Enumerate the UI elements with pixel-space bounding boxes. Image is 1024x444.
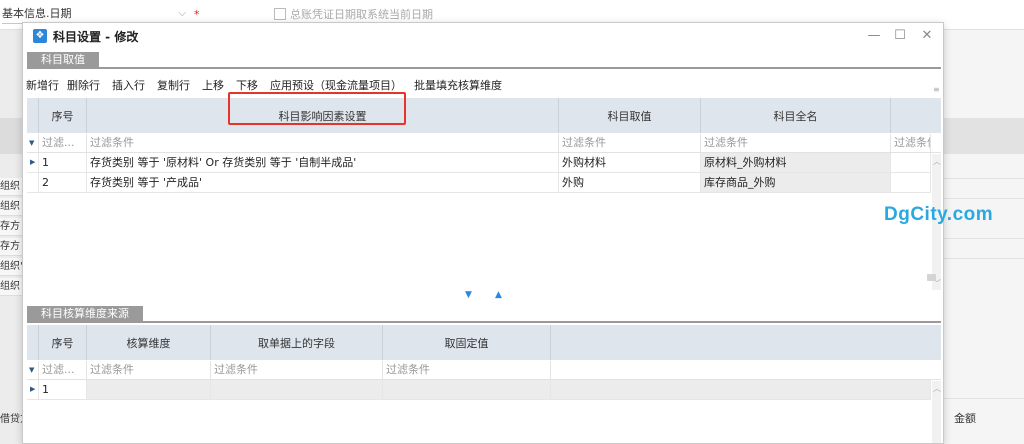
row-value[interactable]: 外购 xyxy=(559,173,701,192)
background-right-line xyxy=(944,258,1024,259)
watermark: DgCity.com xyxy=(884,204,994,225)
filter-factor[interactable]: 过滤条件 xyxy=(87,134,559,152)
background-amount-label: 金额 xyxy=(954,412,976,425)
insert-row-button[interactable]: 插入行 xyxy=(112,78,145,94)
table-row[interactable]: ▶ 1 xyxy=(27,380,931,400)
row-factor[interactable]: 存货类别 等于 '产成品' xyxy=(87,173,559,192)
tab-strip-account-value: 科目取值 xyxy=(27,52,941,69)
background-left-item: 组织" xyxy=(0,258,22,276)
header-field[interactable]: 取单据上的字段 xyxy=(211,325,383,360)
row-dimension[interactable] xyxy=(87,380,211,399)
background-right-panel xyxy=(944,30,1024,444)
header-fullname[interactable]: 科目全名 xyxy=(701,98,891,133)
row-factor[interactable]: 存货类别 等于 '原材料' Or 存货类别 等于 '自制半成品' xyxy=(87,153,559,172)
background-left-item: 存方 xyxy=(0,218,22,236)
filter-fixed[interactable]: 过滤条件 xyxy=(383,361,551,379)
date-field-label: 基本信息.日期 xyxy=(2,7,72,20)
background-left-item: 存方 xyxy=(0,238,22,256)
tab-account-value[interactable]: 科目取值 xyxy=(27,52,99,67)
background-right-line xyxy=(944,178,1024,179)
chevron-down-icon[interactable]: ⌵ xyxy=(178,6,186,22)
header-spacer xyxy=(27,325,39,360)
toolbar-overflow-icon[interactable]: ≡ xyxy=(933,85,940,94)
dimension-source-grid: 序号 核算维度 取单据上的字段 取固定值 ▼ 过滤... 过滤条件 过滤条件 过… xyxy=(27,325,941,443)
grid-header: 序号 核算维度 取单据上的字段 取固定值 xyxy=(27,325,941,360)
row-extra[interactable] xyxy=(891,153,931,172)
copy-row-button[interactable]: 复制行 xyxy=(157,78,190,94)
collapse-up-icon[interactable]: ▲ xyxy=(495,290,502,300)
filter-row: ▼ 过滤... 过滤条件 过滤条件 过滤条件 过滤条件 xyxy=(27,134,941,153)
header-extra xyxy=(551,325,941,360)
row-seq[interactable]: 1 xyxy=(39,380,87,399)
account-value-grid: 序号 科目影响因素设置 科目取值 科目全名 ▼ 过滤... 过滤条件 过滤条件 … xyxy=(27,98,941,290)
scroll-corner xyxy=(927,274,936,281)
collapse-down-icon[interactable]: ▼ xyxy=(465,290,472,300)
app-icon: ❖ xyxy=(33,29,47,43)
tab-strip-dimension-source: 科目核算维度来源 xyxy=(27,306,941,323)
header-value[interactable]: 科目取值 xyxy=(559,98,701,133)
row-extra[interactable] xyxy=(891,173,931,192)
row-seq[interactable]: 2 xyxy=(39,173,87,192)
header-spacer xyxy=(27,98,39,133)
header-extra xyxy=(891,98,941,133)
row-fullname[interactable]: 原材料_外购材料 xyxy=(701,153,891,172)
add-row-button[interactable]: 新增行 xyxy=(26,78,59,94)
dialog-title: 科目设置 - 修改 xyxy=(53,30,139,44)
highlight-box xyxy=(228,92,406,125)
row-value[interactable]: 外购材料 xyxy=(559,153,701,172)
delete-row-button[interactable]: 删除行 xyxy=(67,78,100,94)
filter-row: ▼ 过滤... 过滤条件 过滤条件 过滤条件 xyxy=(27,361,941,380)
background-right-line xyxy=(944,398,1024,399)
move-up-button[interactable]: 上移 xyxy=(202,78,224,94)
dialog-titlebar[interactable]: ❖ 科目设置 - 修改 — ☐ ✕ xyxy=(23,23,943,49)
maximize-icon[interactable]: ☐ xyxy=(891,27,909,45)
background-left-item: 组织 xyxy=(0,278,22,296)
filter-seq[interactable]: 过滤... xyxy=(39,134,87,152)
row-fullname[interactable]: 库存商品_外购 xyxy=(701,173,891,192)
background-right-line xyxy=(944,238,1024,239)
filter-icon[interactable]: ▼ xyxy=(27,361,39,379)
row-field[interactable] xyxy=(211,380,383,399)
batch-fill-button[interactable]: 批量填充核算维度 xyxy=(414,78,502,94)
background-right-bar xyxy=(944,118,1024,154)
row-indicator xyxy=(27,173,39,192)
system-date-checkbox[interactable]: 总账凭证日期取系统当前日期 xyxy=(274,6,433,22)
row-extra[interactable] xyxy=(551,380,931,399)
checkbox-icon[interactable] xyxy=(274,8,286,20)
minimize-icon[interactable]: — xyxy=(865,27,883,45)
table-row[interactable]: 2 存货类别 等于 '产成品' 外购 库存商品_外购 xyxy=(27,173,931,193)
scroll-up-icon[interactable]: ︿ xyxy=(933,156,941,167)
background-right-line xyxy=(944,198,1024,199)
row-fixed[interactable] xyxy=(383,380,551,399)
background-left-item: 组织 xyxy=(0,198,22,216)
checkbox-label: 总账凭证日期取系统当前日期 xyxy=(290,8,433,21)
filter-icon[interactable]: ▼ xyxy=(27,134,39,152)
table-row[interactable]: ▶ 1 存货类别 等于 '原材料' Or 存货类别 等于 '自制半成品' 外购材… xyxy=(27,153,931,173)
filter-dimension[interactable]: 过滤条件 xyxy=(87,361,211,379)
header-seq[interactable]: 序号 xyxy=(39,98,87,133)
grid-header: 序号 科目影响因素设置 科目取值 科目全名 xyxy=(27,98,941,133)
tab-dimension-source[interactable]: 科目核算维度来源 xyxy=(27,306,143,321)
account-settings-dialog: ❖ 科目设置 - 修改 — ☐ ✕ 科目取值 新增行 删除行 插入行 复制行 上… xyxy=(22,22,944,444)
scroll-up-icon[interactable]: ︿ xyxy=(933,383,941,394)
background-left-bottom-label: 借贷方 xyxy=(0,414,22,425)
filter-fullname[interactable]: 过滤条件 xyxy=(701,134,891,152)
filter-value[interactable]: 过滤条件 xyxy=(559,134,701,152)
row-indicator-icon: ▶ xyxy=(27,153,39,172)
background-left-panel xyxy=(0,30,22,444)
header-seq[interactable]: 序号 xyxy=(39,325,87,360)
background-left-item: 组织 xyxy=(0,178,22,196)
header-fixed[interactable]: 取固定值 xyxy=(383,325,551,360)
required-mark: * xyxy=(194,8,200,21)
row-indicator-icon: ▶ xyxy=(27,380,39,399)
background-left-bar xyxy=(0,118,22,154)
filter-extra[interactable]: 过滤条件 xyxy=(891,134,931,152)
header-dimension[interactable]: 核算维度 xyxy=(87,325,211,360)
close-icon[interactable]: ✕ xyxy=(918,27,936,45)
filter-seq[interactable]: 过滤... xyxy=(39,361,87,379)
filter-field[interactable]: 过滤条件 xyxy=(211,361,383,379)
row-seq[interactable]: 1 xyxy=(39,153,87,172)
